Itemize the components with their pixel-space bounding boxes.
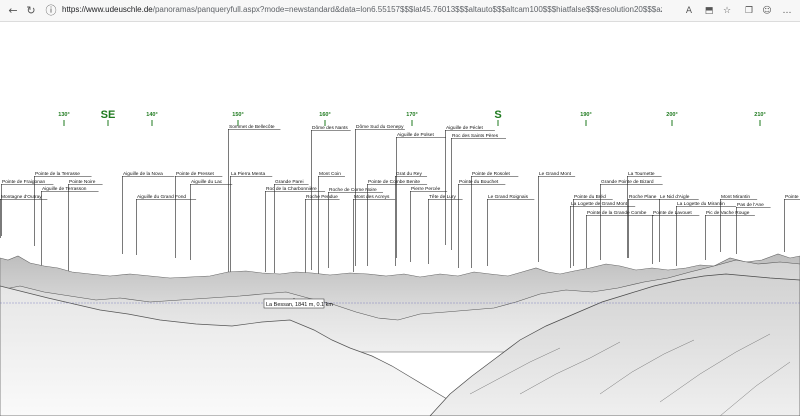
location-marker: La Bessan, 1841 m, 0.1 km xyxy=(263,298,333,309)
compass-degree-label: 200° xyxy=(666,112,677,118)
peak-label[interactable]: Dôme Sud du Genepy xyxy=(356,124,404,130)
peak-label[interactable]: Mont Coin xyxy=(319,171,341,177)
peak-label[interactable]: La Logette du Mirantin xyxy=(677,201,725,207)
peak-label[interactable]: Pointe de Presset xyxy=(176,171,215,177)
peak-label[interactable]: Pointe xyxy=(785,194,799,200)
compass-degree-label: 130° xyxy=(58,112,69,118)
back-icon[interactable]: ← xyxy=(6,4,20,18)
browser-address-bar: ← ↻ ⓘ https://www.udeuschle.de/panoramas… xyxy=(0,0,800,22)
location-marker-label: La Bessan, 1841 m, 0.1 km xyxy=(266,302,333,308)
peak-label[interactable]: Tête de Lury xyxy=(429,194,457,200)
peak-label[interactable]: Pointe de Fraigonan xyxy=(2,179,46,185)
compass-degree-label: 170° xyxy=(406,112,417,118)
peak-label[interactable]: Roc de la Charbonnière xyxy=(266,186,317,192)
star-icon[interactable]: ☆ xyxy=(720,4,734,18)
peak-label[interactable]: Pointe de Lavouet xyxy=(653,210,692,216)
peak-label[interactable]: Aiguille de Terrasson xyxy=(42,186,87,192)
peak-label[interactable]: Sommet de Bellecôte xyxy=(229,124,275,130)
peak-label[interactable]: Aiguille de Péclet xyxy=(446,125,483,131)
compass-scale: 130° SE 140° 150° 160° 170° S 190° 200° 210° xyxy=(58,109,766,126)
compass-degree-label: 140° xyxy=(146,112,157,118)
more-icon[interactable]: … xyxy=(780,4,794,18)
peak-label[interactable]: La Pierra Menta xyxy=(231,171,265,177)
peak-label[interactable]: Pas de l'Ane xyxy=(737,202,764,208)
peak-label[interactable]: Le Nid d'Aigle xyxy=(660,194,690,200)
peak-label[interactable]: Roche Plane xyxy=(629,194,657,200)
peak-label[interactable]: Pointe du Bouchet xyxy=(459,179,499,185)
peak-label[interactable]: Aiguille du Lac xyxy=(191,179,223,185)
peak-label[interactable]: Roc des Saints Pères xyxy=(452,133,499,139)
compass-cardinal-s: S xyxy=(494,109,501,121)
translate-icon[interactable]: A xyxy=(682,4,696,18)
peak-label[interactable]: Roche Pendue xyxy=(306,194,338,200)
info-icon[interactable]: ⓘ xyxy=(44,4,58,18)
peak-label[interactable]: Pointe Noire xyxy=(69,179,96,185)
peak-label[interactable]: Aiguille de Polset xyxy=(397,132,434,138)
peak-label[interactable]: Aiguille du Grand Fond xyxy=(137,194,186,200)
peak-labels: Montagne d'Outray Pointe de Fraigonan Poin… xyxy=(1,124,799,216)
peak-label[interactable]: Dôme des Nants xyxy=(312,125,348,131)
peak-label[interactable]: Pointe de la Grande Combe xyxy=(587,210,647,216)
reload-icon[interactable]: ↻ xyxy=(24,4,38,18)
peak-label[interactable]: Pointe de Combe Benite xyxy=(368,179,420,185)
url-input[interactable]: https://www.udeuschle.de/panoramas/panqu… xyxy=(62,5,662,14)
panorama-view: 130° SE 140° 150° 160° 170° S 190° 200° 210° Mont… xyxy=(0,109,800,416)
peak-label[interactable]: Grande Pointe de Bizard xyxy=(601,179,654,185)
profile-icon[interactable]: ☺ xyxy=(760,4,774,18)
peak-label[interactable]: Pierre Percée xyxy=(411,186,441,192)
peak-label[interactable]: La Logette de Grand Mont xyxy=(571,201,628,207)
peak-label[interactable]: Grande Parei xyxy=(275,179,304,185)
peak-label[interactable]: Pointe de Rosolet xyxy=(472,171,511,177)
peak-label[interactable]: Roche de Corne Noire xyxy=(329,187,377,193)
peak-label[interactable]: Pointe du Bréd xyxy=(574,194,606,200)
compass-degree-label: 210° xyxy=(754,112,765,118)
collections-icon[interactable]: ❐ xyxy=(742,4,756,18)
compass-degree-label: 190° xyxy=(580,112,591,118)
peak-label[interactable]: Aiguille de la Nova xyxy=(123,171,163,177)
peak-label[interactable]: Le Grand Mont xyxy=(539,171,572,177)
url-host: https://www.udeuschle.de xyxy=(62,5,153,14)
peak-label[interactable]: La Tournette xyxy=(628,171,655,177)
url-path: /panoramas/panqueryfull.aspx?mode=newsta… xyxy=(152,5,662,14)
peak-label[interactable]: Grat du Rey xyxy=(396,171,422,177)
peak-label[interactable]: Pic de Vache Rouge xyxy=(706,210,750,216)
peak-label[interactable]: Pointe de la Terrasse xyxy=(35,171,80,177)
extension-icon[interactable]: ⬒ xyxy=(702,4,716,18)
peak-label[interactable]: Montagne d'Outray xyxy=(1,194,42,200)
compass-cardinal-se: SE xyxy=(101,109,116,121)
peak-label[interactable]: Mont des Acreys xyxy=(354,194,390,200)
peak-label[interactable]: Le Grand Roignais xyxy=(488,194,529,200)
compass-degree-label: 160° xyxy=(319,112,330,118)
compass-degree-label: 150° xyxy=(232,112,243,118)
peak-label[interactable]: Mont Mirantin xyxy=(721,194,750,200)
